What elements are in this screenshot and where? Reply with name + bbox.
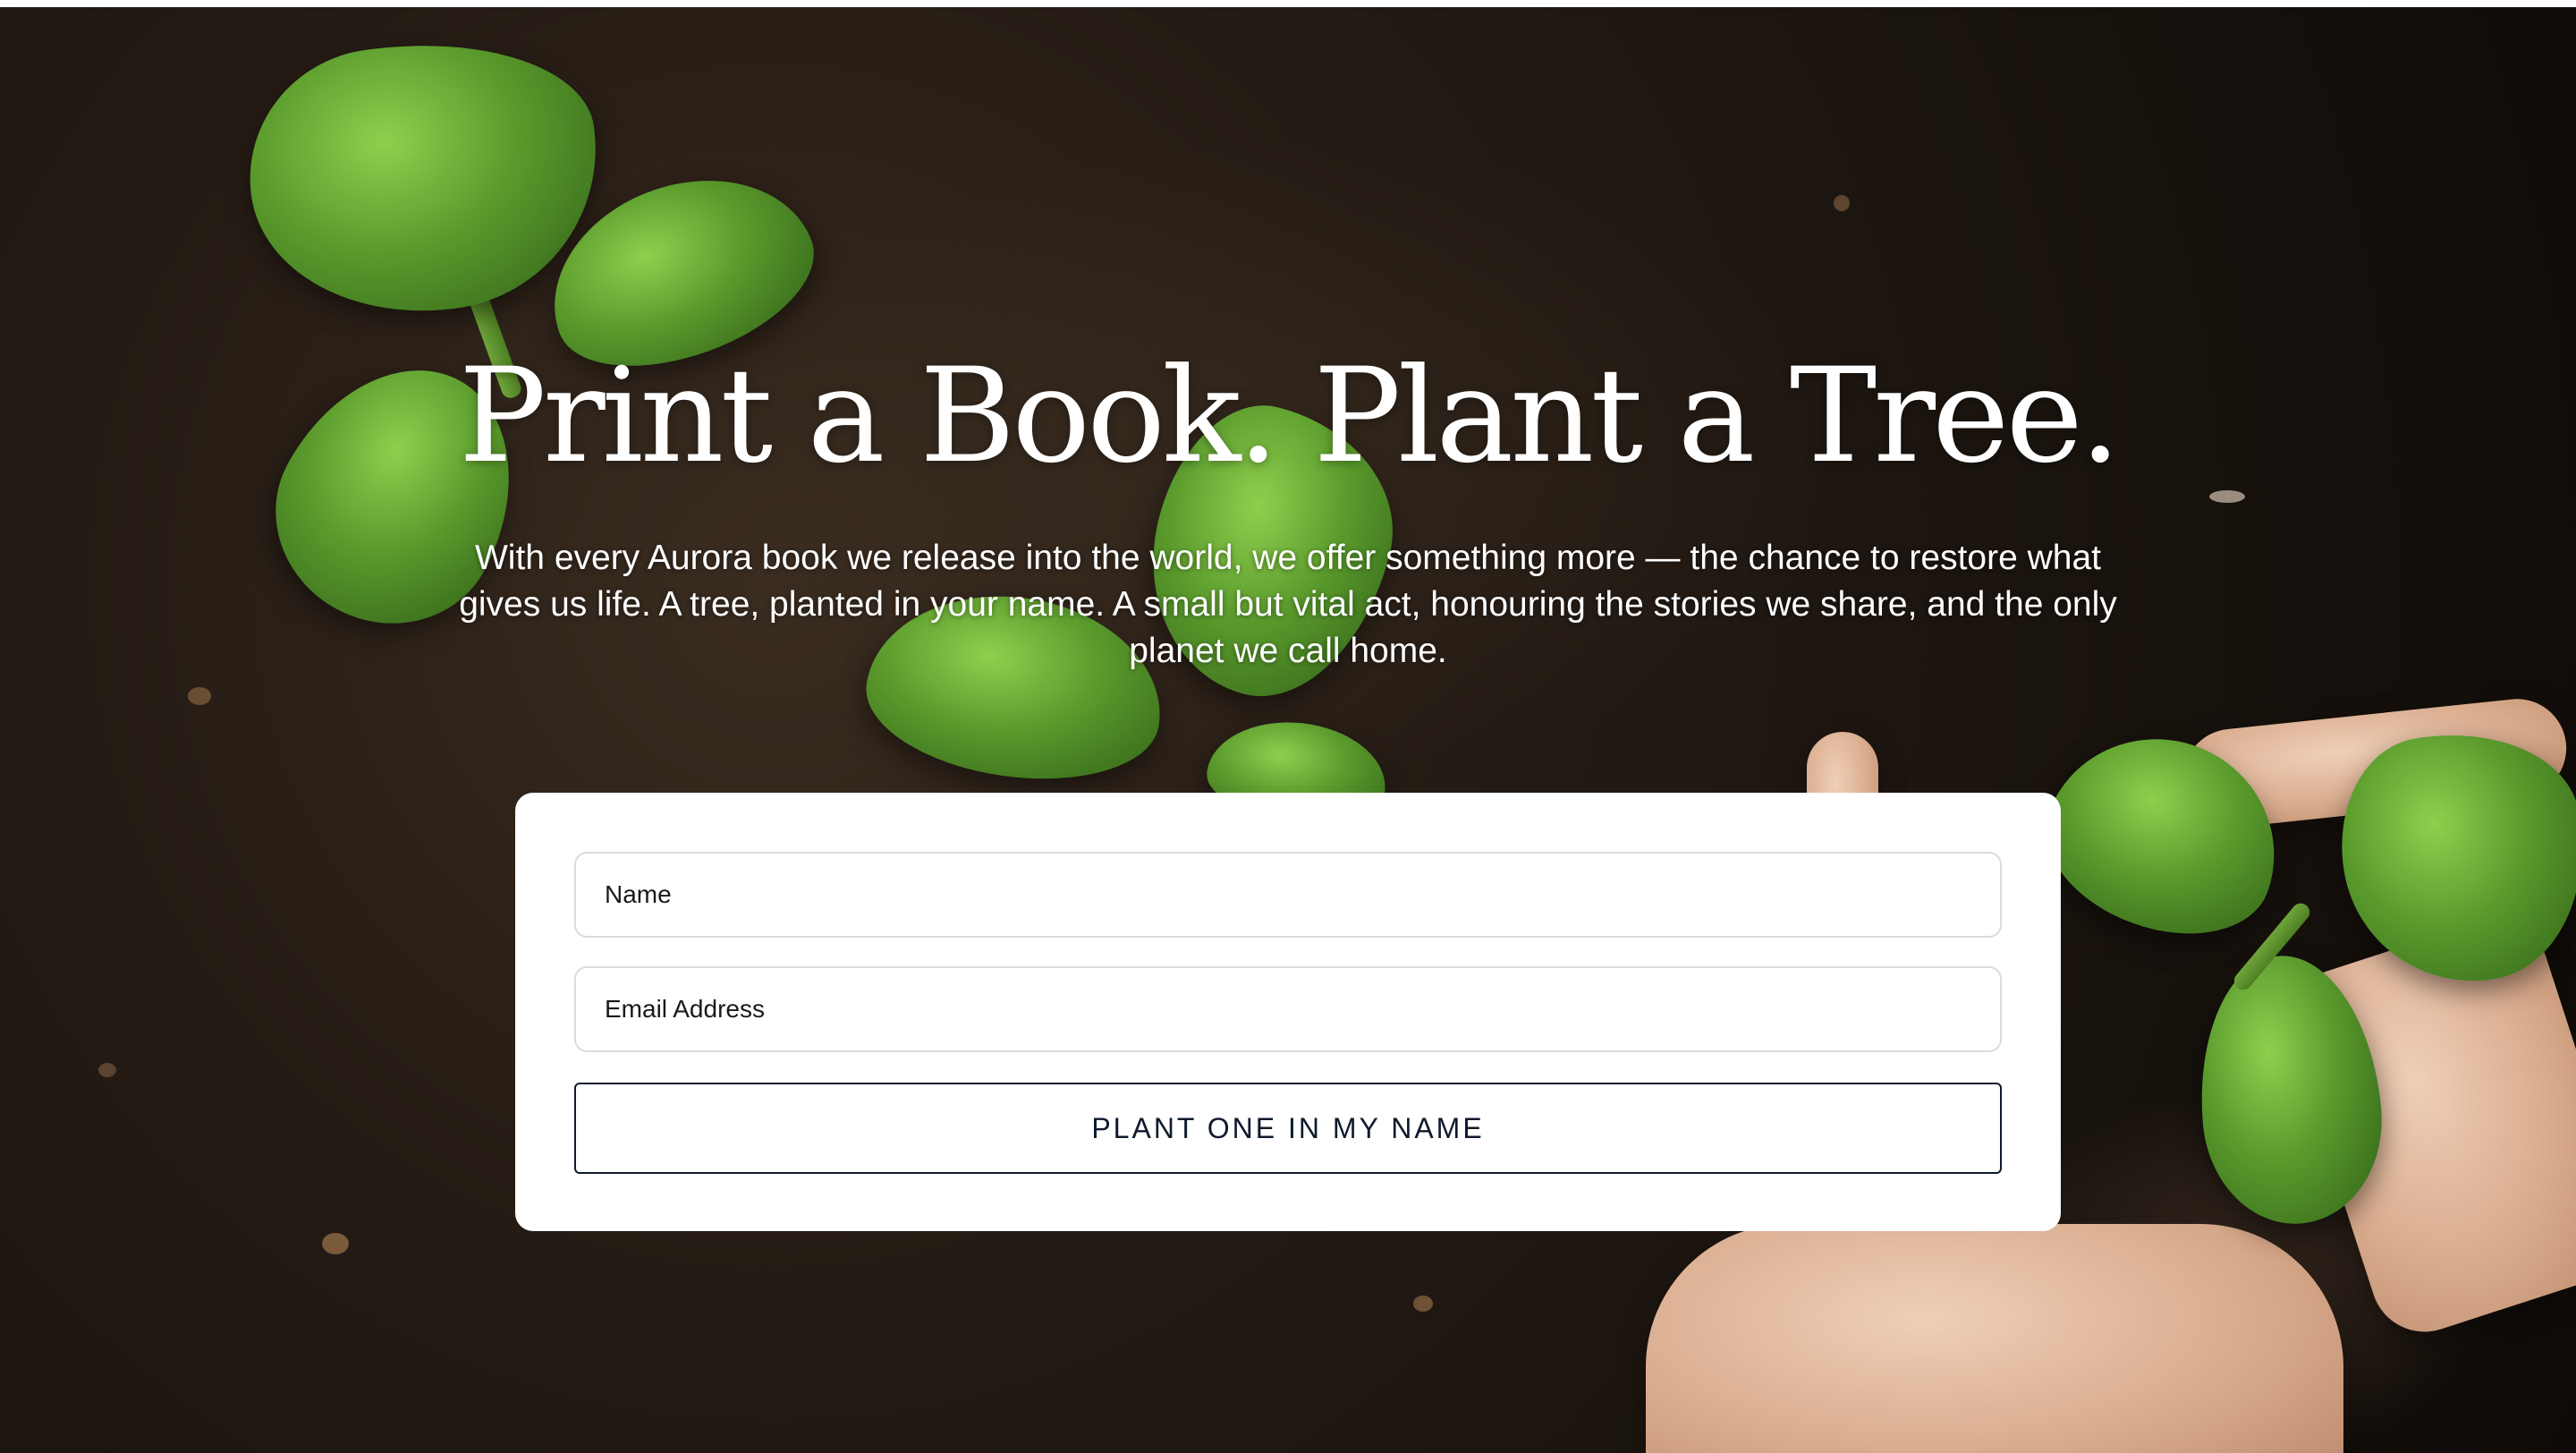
- hand: [1646, 1224, 2343, 1453]
- soil-speck: [1413, 1296, 1433, 1312]
- plant-submit-button[interactable]: PLANT ONE IN MY NAME: [574, 1083, 2002, 1174]
- intro-paragraph: With every Aurora book we release into t…: [459, 539, 2117, 670]
- soil-speck: [98, 1063, 116, 1077]
- page-title: Print a Book. Plant a Tree.: [458, 340, 2122, 492]
- hero-section: Print a Book. Plant a Tree. With every A…: [0, 7, 2576, 1453]
- soil-speck: [322, 1233, 349, 1254]
- soil-speck: [2209, 490, 2245, 503]
- name-input[interactable]: [574, 852, 2002, 938]
- email-input[interactable]: [574, 966, 2002, 1052]
- soil-speck: [1834, 195, 1850, 211]
- plant-tree-form: PLANT ONE IN MY NAME: [515, 793, 2061, 1231]
- soil-speck: [188, 687, 211, 705]
